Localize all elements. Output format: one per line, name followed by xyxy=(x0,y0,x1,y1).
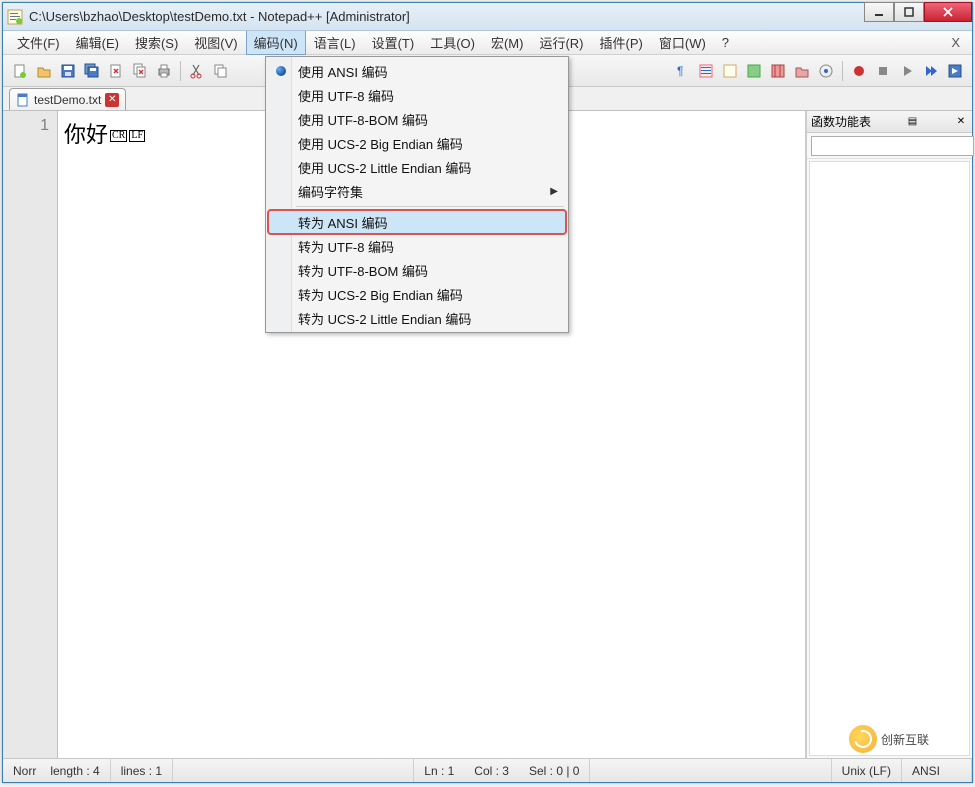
menu-file[interactable]: 文件(F) xyxy=(9,30,68,55)
status-length: length : 4 xyxy=(40,759,110,782)
status-mode: Norr xyxy=(3,759,40,782)
play-macro-button[interactable] xyxy=(896,60,918,82)
record-macro-button[interactable] xyxy=(848,60,870,82)
menu-macro[interactable]: 宏(M) xyxy=(483,30,532,55)
eol-marker-cr: CR xyxy=(110,130,127,142)
menu-language[interactable]: 语言(L) xyxy=(306,30,364,55)
menu-use-utf8[interactable]: 使用 UTF-8 编码 xyxy=(268,83,566,107)
menu-run[interactable]: 运行(R) xyxy=(531,30,591,55)
status-lines: lines : 1 xyxy=(111,759,173,782)
status-spacer2 xyxy=(590,759,831,782)
close-all-button[interactable] xyxy=(129,60,151,82)
panel-title: 函数功能表 ▤ ✕ xyxy=(807,111,972,133)
menubar: 文件(F) 编辑(E) 搜索(S) 视图(V) 编码(N) 语言(L) 设置(T… xyxy=(3,31,972,55)
encoding-dropdown: 使用 ANSI 编码 使用 UTF-8 编码 使用 UTF-8-BOM 编码 使… xyxy=(265,56,569,333)
function-list-body xyxy=(809,161,970,756)
window-controls xyxy=(864,2,972,22)
file-icon xyxy=(16,93,30,107)
save-button[interactable] xyxy=(57,60,79,82)
close-button[interactable] xyxy=(924,2,972,22)
save-macro-button[interactable] xyxy=(944,60,966,82)
eol-marker-lf: LF xyxy=(129,130,145,142)
tab-filename: testDemo.txt xyxy=(34,93,101,107)
radio-selected-icon xyxy=(276,66,286,76)
copy-button[interactable] xyxy=(210,60,232,82)
user-lang-button[interactable] xyxy=(719,60,741,82)
status-eol[interactable]: Unix (LF) xyxy=(832,759,902,782)
line-number-gutter: 1 xyxy=(3,111,58,758)
status-col: Col : 3 xyxy=(464,759,519,782)
menu-edit[interactable]: 编辑(E) xyxy=(68,30,127,55)
menu-separator xyxy=(296,206,564,207)
toolbar-separator xyxy=(180,61,181,81)
menu-encoding[interactable]: 编码(N) xyxy=(246,30,306,55)
file-tab[interactable]: testDemo.txt ✕ xyxy=(9,88,126,110)
save-all-button[interactable] xyxy=(81,60,103,82)
panel-pin-button[interactable]: ▤ xyxy=(906,115,920,129)
menu-plugins[interactable]: 插件(P) xyxy=(592,30,651,55)
menu-convert-ansi[interactable]: 转为 ANSI 编码 xyxy=(268,210,566,234)
stop-macro-button[interactable] xyxy=(872,60,894,82)
menu-settings[interactable]: 设置(T) xyxy=(364,30,423,55)
menu-convert-ucs2-be[interactable]: 转为 UCS-2 Big Endian 编码 xyxy=(268,282,566,306)
menu-tools[interactable]: 工具(O) xyxy=(422,30,483,55)
menu-help[interactable]: ? xyxy=(714,32,737,53)
status-sel: Sel : 0 | 0 xyxy=(519,759,590,782)
status-encoding[interactable]: ANSI xyxy=(902,759,972,782)
indent-guide-button[interactable] xyxy=(695,60,717,82)
svg-text:¶: ¶ xyxy=(677,64,683,78)
monitoring-button[interactable] xyxy=(815,60,837,82)
folder-button[interactable] xyxy=(791,60,813,82)
show-symbol-button[interactable]: ¶ xyxy=(671,60,693,82)
menu-use-ucs2-be[interactable]: 使用 UCS-2 Big Endian 编码 xyxy=(268,131,566,155)
doc-list-button[interactable] xyxy=(767,60,789,82)
play-multi-button[interactable] xyxy=(920,60,942,82)
minimize-button[interactable] xyxy=(864,2,894,22)
open-file-button[interactable] xyxy=(33,60,55,82)
function-search-input[interactable] xyxy=(811,136,974,156)
close-file-button[interactable] xyxy=(105,60,127,82)
panel-toolbar: A↓ ⟳ xyxy=(807,133,972,159)
menu-convert-ucs2-le[interactable]: 转为 UCS-2 Little Endian 编码 xyxy=(268,306,566,330)
editor-text: 你好 xyxy=(64,122,108,147)
menu-use-ansi[interactable]: 使用 ANSI 编码 xyxy=(268,59,566,83)
toolbar-separator xyxy=(842,61,843,81)
menu-convert-utf8-bom[interactable]: 转为 UTF-8-BOM 编码 xyxy=(268,258,566,282)
submenu-arrow-icon: ▶ xyxy=(550,186,558,197)
window-title: C:\Users\bzhao\Desktop\testDemo.txt - No… xyxy=(29,9,968,24)
cut-button[interactable] xyxy=(186,60,208,82)
line-number: 1 xyxy=(3,117,49,135)
menu-convert-utf8[interactable]: 转为 UTF-8 编码 xyxy=(268,234,566,258)
menubar-close[interactable]: X xyxy=(945,35,966,50)
print-button[interactable] xyxy=(153,60,175,82)
titlebar: C:\Users\bzhao\Desktop\testDemo.txt - No… xyxy=(3,3,972,31)
status-spacer xyxy=(173,759,414,782)
statusbar: Norr length : 4 lines : 1 Ln : 1 Col : 3… xyxy=(3,758,972,782)
status-ln: Ln : 1 xyxy=(414,759,464,782)
menu-charset[interactable]: 编码字符集▶ xyxy=(268,179,566,203)
tab-close-button[interactable]: ✕ xyxy=(105,93,119,107)
new-file-button[interactable] xyxy=(9,60,31,82)
menu-search[interactable]: 搜索(S) xyxy=(127,30,186,55)
function-list-panel: 函数功能表 ▤ ✕ A↓ ⟳ xyxy=(806,111,972,758)
menu-view[interactable]: 视图(V) xyxy=(186,30,245,55)
panel-title-text: 函数功能表 xyxy=(811,113,871,130)
maximize-button[interactable] xyxy=(894,2,924,22)
doc-map-button[interactable] xyxy=(743,60,765,82)
menu-use-ucs2-le[interactable]: 使用 UCS-2 Little Endian 编码 xyxy=(268,155,566,179)
menu-window[interactable]: 窗口(W) xyxy=(651,30,714,55)
panel-close-button[interactable]: ✕ xyxy=(954,115,968,129)
menu-use-utf8-bom[interactable]: 使用 UTF-8-BOM 编码 xyxy=(268,107,566,131)
app-icon xyxy=(7,9,23,25)
